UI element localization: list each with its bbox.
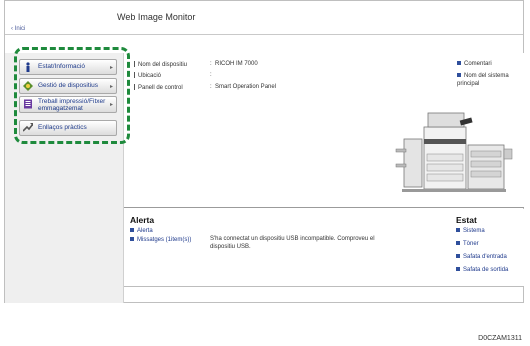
bullet-square-icon — [130, 237, 134, 241]
browser-frame: Web Image Monitor ‹ Inici Estat/Informac… — [4, 0, 524, 303]
menu-highlight-callout — [14, 47, 130, 144]
alert-message: S'ha connectat un dispositiu USB incompa… — [210, 236, 375, 250]
status-toner-link[interactable]: Tòner — [456, 241, 479, 247]
alert-title: Alerta — [130, 215, 155, 225]
section-divider — [124, 207, 524, 208]
status-system-link[interactable]: Sistema — [456, 228, 485, 234]
title-bar: Web Image Monitor — [5, 1, 523, 24]
device-info-panel: Nom del dispositiu : RICOH IM 7000 Ubica… — [124, 53, 524, 208]
alert-panel: Alerta Alerta Missatges (1item(s)) S'ha … — [124, 209, 524, 287]
bullet-square-icon — [456, 254, 460, 258]
app-title: Web Image Monitor — [117, 12, 196, 22]
bullet-square-icon — [457, 61, 461, 65]
bullet-square-icon — [130, 228, 134, 232]
info-value: Smart Operation Panel — [215, 84, 277, 90]
info-label: Ubicació — [134, 72, 161, 79]
info-label: Nom del dispositiu — [134, 61, 187, 68]
comment-link[interactable]: Comentari — [457, 61, 492, 67]
status-output-tray-link[interactable]: Safata de sortida — [456, 267, 508, 273]
bullet-square-icon — [456, 228, 460, 232]
info-colon: : — [210, 61, 212, 67]
status-title: Estat — [456, 215, 477, 225]
home-link[interactable]: ‹ Inici — [11, 26, 25, 32]
info-colon: : — [210, 72, 212, 78]
bullet-square-icon — [457, 73, 461, 77]
status-input-tray-link[interactable]: Safata d'entrada — [456, 254, 507, 260]
host-name-link[interactable]: Nom del sistema principal — [457, 72, 519, 88]
printer-image — [394, 109, 514, 199]
info-colon: : — [210, 84, 212, 90]
bottom-divider — [124, 286, 524, 287]
bullet-square-icon — [456, 241, 460, 245]
info-label: Panell de control — [134, 84, 183, 91]
messages-link[interactable]: Missatges (1item(s)) — [130, 237, 191, 243]
figure-code: D0CZAM1311 — [478, 335, 522, 342]
main-content: Nom del dispositiu : RICOH IM 7000 Ubica… — [124, 53, 524, 303]
alert-link[interactable]: Alerta — [130, 228, 153, 234]
bullet-square-icon — [456, 267, 460, 271]
info-value: RICOH IM 7000 — [215, 61, 258, 67]
